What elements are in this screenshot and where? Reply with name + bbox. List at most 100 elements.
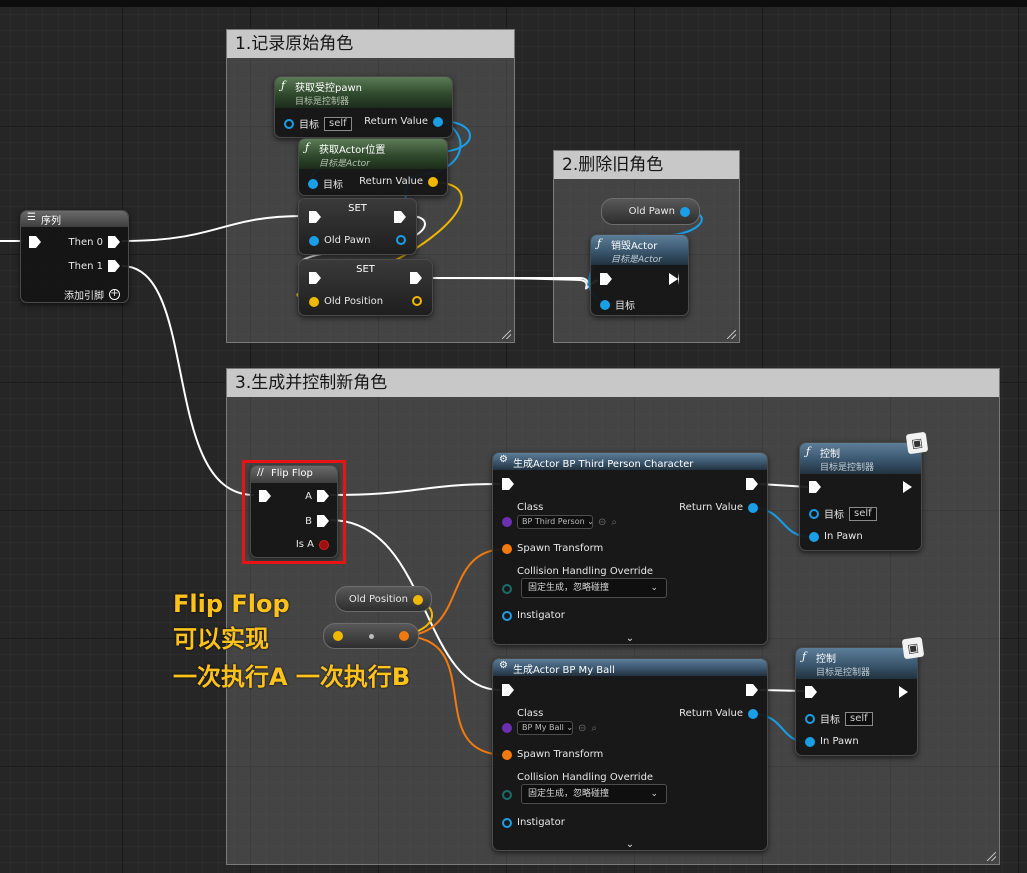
target-field[interactable]: self [845, 711, 873, 726]
instigator-pin[interactable]: Instigator [502, 610, 565, 621]
possess-node-2[interactable]: ƒ 控制 目标是控制器 ▣ 目标 self In Pawn [795, 636, 925, 756]
expand-chevron-icon[interactable]: ⌄ [626, 633, 634, 644]
class-select[interactable]: BP My Ball ⌄ [517, 721, 573, 735]
in-pawn-pin[interactable]: In Pawn [805, 736, 859, 747]
then1-pin[interactable]: Then 1 [69, 260, 120, 272]
get-controlled-pawn-node[interactable]: ƒ 获取受控pawn 目标是控制器 目标 self Return Value [274, 76, 453, 138]
target-pin[interactable]: 目标 self [805, 711, 873, 726]
return-value-pin[interactable]: Return Value [679, 708, 758, 719]
class-select[interactable]: BP Third Person ⌄ [517, 515, 593, 529]
get-old-pawn-node[interactable]: Old Pawn [601, 198, 700, 225]
object-pin-icon [433, 116, 443, 127]
exec-out-pin[interactable] [746, 478, 758, 490]
comment-title: 2.删除旧角色 [554, 151, 739, 179]
exec-in-pin[interactable] [600, 273, 612, 285]
spawn-transform-pin[interactable]: Spawn Transform [502, 749, 603, 760]
class-label: Class [517, 708, 543, 719]
sequence-node[interactable]: ☰ 序列 Then 0 Then 1 + 添加引脚 [20, 210, 129, 303]
search-icon[interactable]: ⌕ [591, 723, 597, 734]
exec-out-pin[interactable] [410, 272, 422, 284]
pin-label: 目标 [323, 180, 343, 191]
collision-dropdown[interactable]: 固定生成，忽略碰撞 ⌄ [521, 784, 667, 804]
exec-in-pin[interactable] [309, 211, 321, 223]
target-pin[interactable]: 目标 [308, 176, 343, 191]
pin-label: 目标 [824, 510, 844, 521]
enum-pin-icon[interactable] [502, 584, 512, 594]
class-pin[interactable]: BP My Ball ⌄ ⊝ ⌕ [502, 721, 597, 735]
pin-label: Instigator [517, 817, 565, 828]
object-pin-icon [600, 299, 610, 310]
vector-pin-icon [428, 176, 438, 187]
spawn-actor-ball-node[interactable]: ⚙ 生成Actor BP My Ball Class BP My Ball ⌄ … [492, 658, 768, 851]
return-value-pin[interactable]: Return Value [679, 502, 758, 513]
transform-pin-icon [502, 543, 512, 554]
resize-handle[interactable] [502, 330, 511, 339]
spawn-transform-pin[interactable]: Spawn Transform [502, 543, 603, 554]
browse-back-icon[interactable]: ⊝ [598, 517, 606, 528]
object-pin-icon [502, 817, 512, 828]
target-pin[interactable]: 目标 self [809, 506, 877, 521]
comment-title: 3.生成并控制新角色 [227, 369, 999, 397]
exec-in-pin[interactable] [502, 684, 514, 696]
vector-pin-icon [413, 594, 423, 605]
exec-out-pin[interactable] [394, 211, 406, 223]
possess-node-1[interactable]: ƒ 控制 目标是控制器 ▣ 目标 self In Pawn [799, 431, 929, 551]
exec-out-pin[interactable] [746, 684, 758, 696]
target-pin[interactable]: 目标 [600, 297, 635, 312]
exec-in-pin[interactable] [309, 272, 321, 284]
class-pin-icon [502, 517, 512, 527]
exec-in-pin[interactable] [502, 478, 514, 490]
collision-dropdown[interactable]: 固定生成，忽略碰撞 ⌄ [521, 578, 667, 598]
exec-pin-icon [899, 686, 908, 698]
pin-label: 目标 [299, 120, 319, 131]
spawn-actor-tpc-node[interactable]: ⚙ 生成Actor BP Third Person Character Clas… [492, 452, 768, 645]
old-pawn-output-pin[interactable] [396, 235, 406, 245]
object-pin-icon [396, 235, 406, 245]
destroy-actor-node[interactable]: ƒ 销毁Actor 目标是Actor 目标 [590, 234, 689, 316]
return-value-pin[interactable]: Return Value [364, 116, 443, 127]
target-field[interactable]: self [849, 506, 877, 521]
class-pin[interactable]: BP Third Person ⌄ ⊝ ⌕ [502, 515, 617, 529]
old-pawn-output-pin[interactable]: Old Pawn [629, 206, 690, 217]
pin-label: Old Pawn [628, 206, 675, 217]
target-pin[interactable]: 目标 self [284, 116, 352, 131]
vector-pin-icon [412, 296, 422, 306]
make-transform-node[interactable] [323, 623, 419, 649]
class-label: Class [517, 502, 543, 513]
return-value-pin[interactable]: Return Value [359, 176, 438, 187]
exec-out-pin[interactable] [899, 686, 908, 698]
get-actor-location-node[interactable]: ƒ 获取Actor位置 目标是Actor 目标 Return Value [298, 138, 448, 196]
old-pawn-input-pin[interactable]: Old Pawn [309, 235, 370, 246]
old-position-output-pin[interactable] [412, 296, 422, 306]
pin-label: Spawn Transform [517, 749, 604, 760]
exec-out-pin[interactable] [669, 273, 679, 285]
chevron-down-icon: ⌄ [566, 723, 573, 732]
set-old-position-node[interactable]: SET Old Position [298, 259, 433, 316]
old-position-output-pin[interactable]: Old Position [349, 594, 423, 605]
pin-label: Return Value [679, 708, 743, 719]
old-position-input-pin[interactable]: Old Position [309, 296, 383, 307]
enum-pin-icon[interactable] [502, 790, 512, 800]
object-pin-icon [680, 206, 690, 217]
resize-handle[interactable] [727, 330, 736, 339]
exec-in-pin[interactable] [809, 481, 821, 493]
browse-back-icon[interactable]: ⊝ [578, 723, 586, 734]
set-old-pawn-node[interactable]: SET Old Pawn [298, 198, 417, 255]
resize-handle[interactable] [987, 852, 996, 861]
in-pawn-pin[interactable]: In Pawn [809, 531, 863, 542]
expand-chevron-icon[interactable]: ⌄ [626, 839, 634, 850]
target-field[interactable]: self [324, 116, 352, 131]
node-title: 控制 [816, 654, 836, 665]
add-pin-button[interactable]: + 添加引脚 [64, 287, 120, 302]
node-title: 销毁Actor [611, 241, 658, 252]
node-title: 获取受控pawn [295, 83, 362, 94]
get-old-position-node[interactable]: Old Position [335, 586, 432, 612]
instigator-pin[interactable]: Instigator [502, 817, 565, 828]
search-icon[interactable]: ⌕ [611, 517, 617, 528]
spawn-icon: ⚙ [499, 454, 508, 465]
exec-out-pin[interactable] [903, 481, 912, 493]
exec-in-pin[interactable] [805, 686, 817, 698]
node-subtitle: 目标是控制器 [816, 668, 871, 678]
then0-pin[interactable]: Then 0 [69, 236, 120, 248]
collision-value: 固定生成，忽略碰撞 [528, 583, 610, 593]
